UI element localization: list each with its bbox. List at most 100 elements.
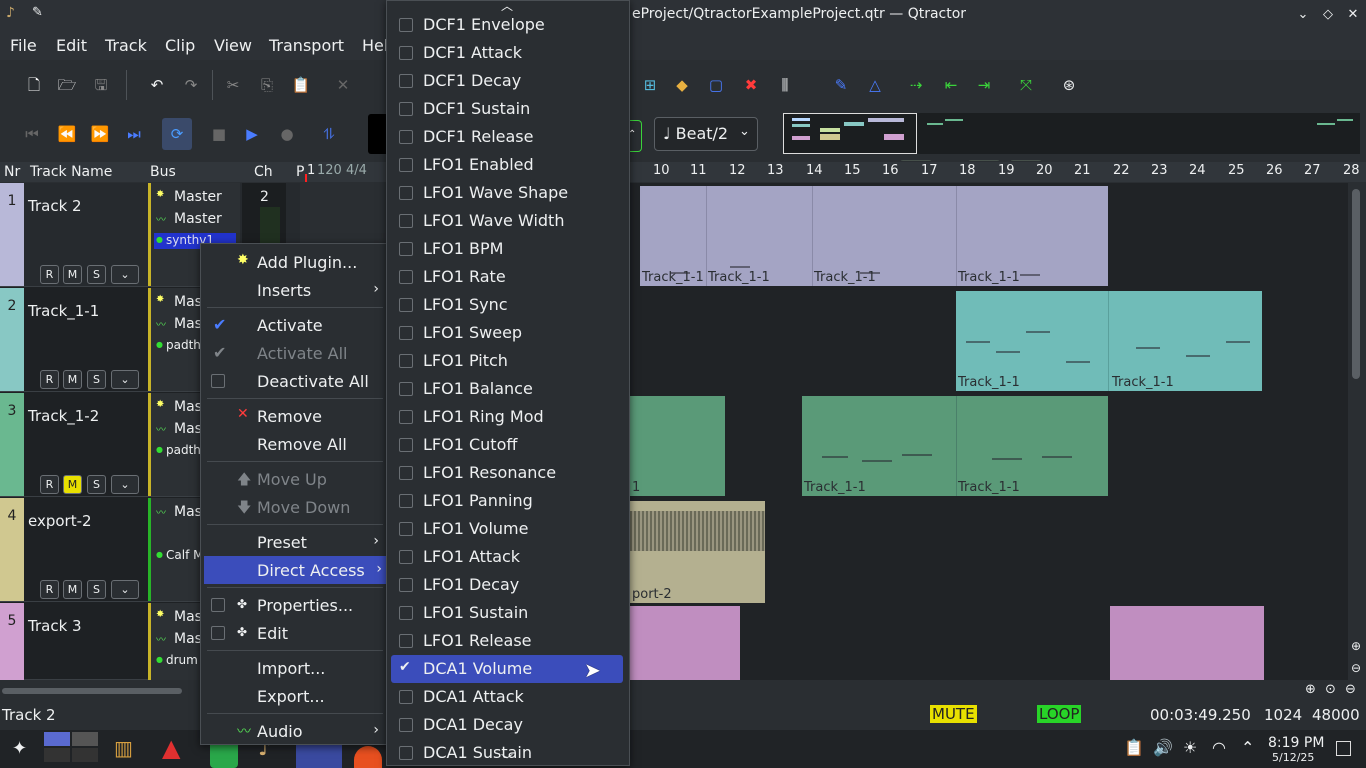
rewind-icon[interactable]: ⏪ bbox=[55, 122, 79, 146]
menu-remove-all[interactable]: Remove All bbox=[207, 430, 383, 458]
direct-access-item[interactable]: LFO1 Decay bbox=[391, 571, 623, 599]
redo-icon[interactable]: ↷ bbox=[179, 73, 203, 97]
forward-end-icon[interactable]: ⏭ bbox=[122, 122, 146, 146]
menu-add-plugin[interactable]: ✸ Add Plugin... bbox=[207, 248, 383, 276]
menu-move-down[interactable]: 🡇 Move Down bbox=[207, 493, 383, 521]
menu-view[interactable]: View bbox=[214, 36, 252, 55]
direct-access-item[interactable]: LFO1 Resonance bbox=[391, 459, 623, 487]
plugin-slot[interactable]: ● Calf M bbox=[154, 548, 203, 562]
solo-button[interactable]: S bbox=[87, 370, 106, 389]
follow-playhead-icon[interactable]: ⇢ bbox=[904, 73, 928, 97]
tempo-spin[interactable]: ⌃ bbox=[628, 120, 642, 152]
direct-access-item[interactable]: LFO1 Ring Mod bbox=[391, 403, 623, 431]
play-icon[interactable]: ▶ bbox=[240, 122, 264, 146]
zoom-in-icon[interactable]: ⊕ bbox=[1305, 682, 1316, 697]
show-desktop-icon[interactable] bbox=[1336, 741, 1351, 756]
menu-help[interactable]: Hel bbox=[362, 36, 388, 55]
loop-icon[interactable]: ⟳ bbox=[165, 122, 189, 146]
snap-left-icon[interactable]: ⇤ bbox=[939, 73, 963, 97]
folder-icon[interactable]: ◆ bbox=[670, 73, 694, 97]
punch-icon[interactable]: ⥮ bbox=[317, 122, 341, 146]
direct-access-item[interactable]: DCF1 Decay bbox=[391, 67, 623, 95]
mute-button[interactable]: M bbox=[63, 265, 82, 284]
direct-access-item[interactable]: LFO1 Attack bbox=[391, 543, 623, 571]
menu-clip[interactable]: Clip bbox=[165, 36, 195, 55]
minimize-icon[interactable]: ⌄ bbox=[1292, 4, 1314, 26]
menu-activate-all[interactable]: ✔ Activate All bbox=[207, 339, 383, 367]
session-overview[interactable] bbox=[783, 113, 917, 154]
clipboard-icon[interactable]: 📋 bbox=[1124, 738, 1144, 757]
direct-access-item[interactable]: LFO1 Balance bbox=[391, 375, 623, 403]
menu-edit[interactable]: Edit bbox=[56, 36, 87, 55]
stop-icon[interactable]: ■ bbox=[207, 122, 231, 146]
direct-access-item[interactable]: DCF1 Sustain bbox=[391, 95, 623, 123]
menu-deactivate-all[interactable]: Deactivate All bbox=[207, 367, 383, 395]
direct-access-item[interactable]: DCF1 Attack bbox=[391, 39, 623, 67]
direct-access-item[interactable]: LFO1 Sustain bbox=[391, 599, 623, 627]
menu-export[interactable]: Export... bbox=[207, 682, 383, 710]
direct-access-item[interactable]: DCA1 Decay bbox=[391, 711, 623, 739]
snap-select[interactable]: ♩ Beat/2 ⌄ bbox=[654, 117, 758, 151]
auto-arrange-icon[interactable]: ⤧ bbox=[1014, 73, 1038, 97]
volume-icon[interactable]: 🔊 bbox=[1153, 738, 1173, 757]
direct-access-item[interactable]: LFO1 Enabled bbox=[391, 151, 623, 179]
wifi-icon[interactable]: ◠ bbox=[1212, 738, 1226, 757]
menu-move-up[interactable]: 🡅 Move Up bbox=[207, 465, 383, 493]
record-button[interactable]: R bbox=[40, 580, 59, 599]
scroll-down-icon[interactable]: ﹀ bbox=[501, 751, 513, 765]
fast-forward-icon[interactable]: ⏩ bbox=[88, 122, 112, 146]
col-track-name[interactable]: Track Name bbox=[30, 164, 112, 180]
tray-expand-icon[interactable]: ⌃ bbox=[1241, 738, 1254, 757]
vertical-scrollbar[interactable]: ⊕ ⊖ bbox=[1348, 183, 1366, 680]
solo-button[interactable]: S bbox=[87, 265, 106, 284]
midi-clip[interactable] bbox=[630, 606, 740, 680]
books-icon[interactable]: ▥ bbox=[114, 736, 133, 760]
direct-access-item[interactable]: LFO1 Sweep bbox=[391, 319, 623, 347]
mute-button[interactable]: M bbox=[63, 580, 82, 599]
menu-transport[interactable]: Transport bbox=[269, 36, 344, 55]
solo-button[interactable]: S bbox=[87, 475, 106, 494]
direct-access-item[interactable]: LFO1 Cutoff bbox=[391, 431, 623, 459]
direct-access-item[interactable]: DCF1 Envelope bbox=[391, 11, 623, 39]
pin-icon[interactable]: ✎ bbox=[32, 5, 43, 20]
zoom-out-icon[interactable]: ⊖ bbox=[1351, 661, 1361, 675]
direct-access-item[interactable]: LFO1 Wave Width bbox=[391, 207, 623, 235]
direct-access-item[interactable]: LFO1 Rate bbox=[391, 263, 623, 291]
launcher-icon[interactable]: ✦ bbox=[12, 738, 27, 759]
close-icon[interactable]: ✕ bbox=[1342, 4, 1364, 26]
mute-button[interactable]: M bbox=[63, 370, 82, 389]
menu-edit[interactable]: ✤ Edit bbox=[207, 619, 383, 647]
direct-access-item[interactable]: LFO1 Wave Shape bbox=[391, 179, 623, 207]
metronome-icon[interactable]: △ bbox=[863, 73, 887, 97]
maximize-icon[interactable]: ◇ bbox=[1317, 4, 1339, 26]
plugin-slot[interactable]: ● drum bbox=[154, 653, 198, 667]
direct-access-item[interactable]: LFO1 Pitch bbox=[391, 347, 623, 375]
plugin-slot[interactable]: ● padth bbox=[154, 443, 201, 457]
midi-clip[interactable]: 1 bbox=[630, 396, 725, 496]
track-menu-button[interactable]: ⌄ bbox=[111, 370, 139, 389]
zoom-reset-icon[interactable]: ⊙ bbox=[1325, 682, 1336, 697]
brightness-icon[interactable]: ☀ bbox=[1183, 738, 1197, 757]
direct-access-item[interactable]: LFO1 BPM bbox=[391, 235, 623, 263]
direct-access-item[interactable]: LFO1 Volume bbox=[391, 515, 623, 543]
record-button[interactable]: R bbox=[40, 475, 59, 494]
audio-clip[interactable]: port-2 bbox=[630, 501, 765, 603]
new-file-icon[interactable]: 🗋 bbox=[22, 73, 46, 97]
snap-right-icon[interactable]: ⇥ bbox=[972, 73, 996, 97]
track-menu-button[interactable]: ⌄ bbox=[111, 475, 139, 494]
open-folder-icon[interactable]: 🗁 bbox=[55, 73, 79, 97]
track-menu-button[interactable]: ⌄ bbox=[111, 265, 139, 284]
delete-icon[interactable]: ✕ bbox=[331, 73, 355, 97]
midi-clip[interactable]: Track_1-1 Track_1-1 bbox=[956, 291, 1262, 391]
backward-start-icon[interactable]: ⏮ bbox=[20, 122, 44, 146]
midi-clip[interactable] bbox=[1110, 606, 1264, 680]
app-icon[interactable]: ▲ bbox=[162, 734, 180, 762]
menu-import[interactable]: Import... bbox=[207, 654, 383, 682]
split-icon[interactable]: ⊞ bbox=[638, 73, 662, 97]
pager-desktop-1[interactable] bbox=[44, 732, 70, 746]
col-bus[interactable]: Bus bbox=[150, 164, 176, 180]
clip-lanes[interactable]: Track_1-1 Track_1-1 Track_1-1 Track_1-1 … bbox=[630, 183, 1348, 680]
midi-clip[interactable]: Track_1-1 Track_1-1 Track_1-1 Track_1-1 bbox=[640, 186, 1108, 286]
col-nr[interactable]: Nr bbox=[4, 164, 20, 180]
col-ch[interactable]: Ch bbox=[254, 164, 273, 180]
